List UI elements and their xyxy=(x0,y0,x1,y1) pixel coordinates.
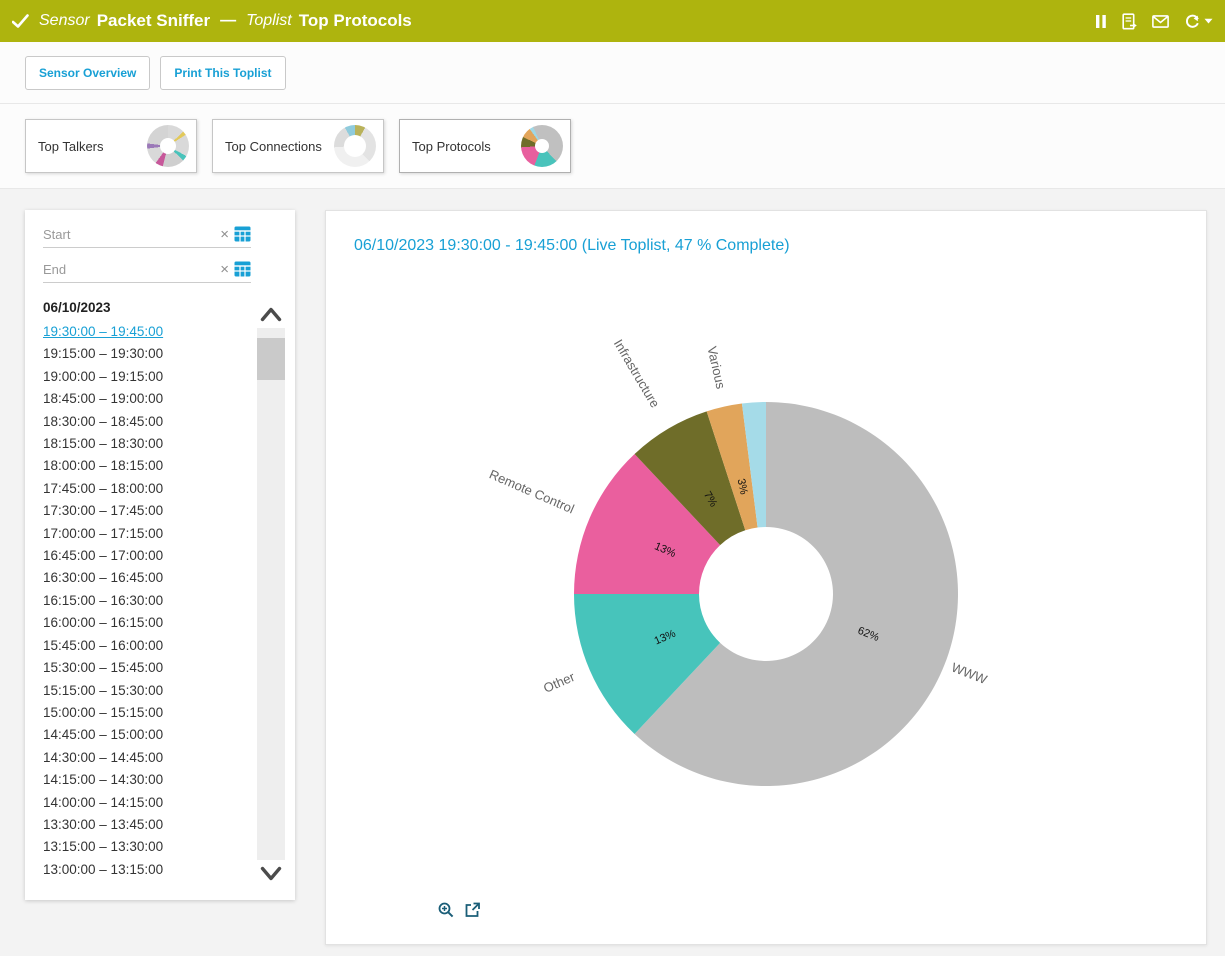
header-action-icons xyxy=(1095,13,1213,30)
time-range-item[interactable]: 13:30:00 – 13:45:00 xyxy=(43,814,255,836)
email-envelope-icon[interactable] xyxy=(1152,15,1169,28)
sensor-status-check-icon xyxy=(12,14,29,28)
slice-name-label: Various xyxy=(704,345,728,391)
time-range-item[interactable]: 19:15:00 – 19:30:00 xyxy=(43,343,255,365)
time-range-item[interactable]: 19:30:00 – 19:45:00 xyxy=(43,321,255,343)
start-date-row: × xyxy=(43,226,251,248)
time-range-item[interactable]: 19:00:00 – 19:15:00 xyxy=(43,366,255,388)
time-range-item[interactable]: 15:00:00 – 15:15:00 xyxy=(43,702,255,724)
slice-name-label: Remote Control xyxy=(487,467,577,517)
tab-top-connections-label: Top Connections xyxy=(225,139,322,154)
toplist-chart-panel: 06/10/2023 19:30:00 - 19:45:00 (Live Top… xyxy=(325,210,1207,945)
tab-top-connections[interactable]: Top Connections xyxy=(212,119,384,173)
refresh-icon[interactable] xyxy=(1184,13,1213,30)
start-date-input[interactable] xyxy=(43,227,220,242)
top-protocols-chart-icon xyxy=(521,125,563,167)
breadcrumb-toplist-label: Toplist xyxy=(246,12,292,30)
sensor-overview-button[interactable]: Sensor Overview xyxy=(25,56,150,90)
page-title: Top Protocols xyxy=(299,11,412,31)
time-range-item[interactable]: 16:45:00 – 17:00:00 xyxy=(43,545,255,567)
time-range-item[interactable]: 17:00:00 – 17:15:00 xyxy=(43,523,255,545)
chart-actions xyxy=(438,902,480,918)
time-range-item[interactable]: 13:15:00 – 13:30:00 xyxy=(43,836,255,858)
top-header-bar: Sensor Packet Sniffer — Toplist Top Prot… xyxy=(0,0,1225,42)
tab-top-talkers[interactable]: Top Talkers xyxy=(25,119,197,173)
time-range-item[interactable]: 16:30:00 – 16:45:00 xyxy=(43,567,255,589)
slice-name-label: WWW xyxy=(949,660,989,688)
start-calendar-icon[interactable] xyxy=(234,226,251,242)
time-range-item[interactable]: 15:45:00 – 16:00:00 xyxy=(43,635,255,657)
open-external-icon[interactable] xyxy=(464,902,480,918)
time-range-section: 06/10/2023 19:30:00 – 19:45:0019:15:00 –… xyxy=(43,300,285,888)
tab-top-protocols[interactable]: Top Protocols xyxy=(399,119,571,173)
end-date-input[interactable] xyxy=(43,262,220,277)
scrollbar-track[interactable] xyxy=(257,328,285,860)
toolbar-row: Sensor Overview Print This Toplist xyxy=(0,42,1225,104)
tab-top-protocols-label: Top Protocols xyxy=(412,139,491,154)
zoom-in-icon[interactable] xyxy=(438,902,454,918)
date-header: 06/10/2023 xyxy=(43,300,255,315)
time-list-scrollbar xyxy=(257,300,285,888)
end-calendar-icon[interactable] xyxy=(234,261,251,277)
breadcrumb-sensor-label: Sensor xyxy=(39,12,90,30)
print-toplist-button[interactable]: Print This Toplist xyxy=(160,56,285,90)
breadcrumb-sensor-name[interactable]: Packet Sniffer xyxy=(97,11,210,31)
time-range-item[interactable]: 13:00:00 – 13:15:00 xyxy=(43,859,255,881)
top-talkers-chart-icon xyxy=(147,125,189,167)
chart-title: 06/10/2023 19:30:00 - 19:45:00 (Live Top… xyxy=(326,211,1206,255)
pause-icon[interactable] xyxy=(1095,14,1107,29)
timeframe-sidebar: × × 06/10/2023 19:30:00 – 19:45:0019:15:… xyxy=(25,210,295,900)
scroll-up-icon[interactable] xyxy=(257,300,285,328)
time-range-item[interactable]: 15:30:00 – 15:45:00 xyxy=(43,657,255,679)
scroll-down-icon[interactable] xyxy=(257,860,285,888)
time-range-item[interactable]: 17:30:00 – 17:45:00 xyxy=(43,500,255,522)
slice-name-label: Infrastructure xyxy=(611,337,663,411)
time-range-item[interactable]: 18:30:00 – 18:45:00 xyxy=(43,411,255,433)
time-range-item[interactable]: 14:30:00 – 14:45:00 xyxy=(43,747,255,769)
time-range-item[interactable]: 14:45:00 – 15:00:00 xyxy=(43,724,255,746)
end-date-row: × xyxy=(43,261,251,283)
time-range-item[interactable]: 14:00:00 – 14:15:00 xyxy=(43,792,255,814)
tab-top-talkers-label: Top Talkers xyxy=(38,139,104,154)
slice-name-label: Other xyxy=(541,669,577,696)
refresh-caret-icon xyxy=(1204,18,1213,24)
time-range-list: 19:30:00 – 19:45:0019:15:00 – 19:30:0019… xyxy=(43,321,255,881)
end-clear-icon[interactable]: × xyxy=(220,262,229,277)
time-range-item[interactable]: 17:45:00 – 18:00:00 xyxy=(43,478,255,500)
start-clear-icon[interactable]: × xyxy=(220,227,229,242)
scrollbar-thumb[interactable] xyxy=(257,338,285,380)
time-range-item[interactable]: 14:15:00 – 14:30:00 xyxy=(43,769,255,791)
toplist-tabs-row: Top Talkers Top Connections Top Protocol… xyxy=(0,104,1225,189)
time-range-item[interactable]: 18:45:00 – 19:00:00 xyxy=(43,388,255,410)
time-range-item[interactable]: 16:00:00 – 16:15:00 xyxy=(43,612,255,634)
breadcrumb-separator: — xyxy=(220,12,236,30)
time-range-item[interactable]: 15:15:00 – 15:30:00 xyxy=(43,680,255,702)
time-range-item[interactable]: 16:15:00 – 16:30:00 xyxy=(43,590,255,612)
time-range-item[interactable]: 18:15:00 – 18:30:00 xyxy=(43,433,255,455)
report-export-icon[interactable] xyxy=(1122,13,1137,30)
top-connections-chart-icon xyxy=(334,125,376,167)
time-range-item[interactable]: 18:00:00 – 18:15:00 xyxy=(43,455,255,477)
top-protocols-donut-chart: 62%WWW13%Other13%Remote Control7%Infrast… xyxy=(326,259,1206,909)
